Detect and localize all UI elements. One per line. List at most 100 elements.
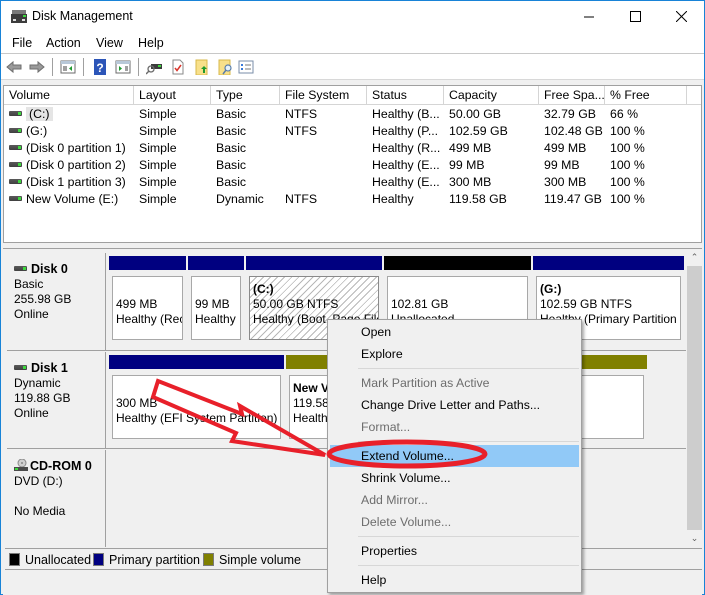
column-header-status[interactable]: Status — [367, 86, 444, 105]
volume-drive-icon — [9, 196, 22, 202]
context-menu-separator — [358, 441, 579, 442]
cell-capacity: 50.00 GB — [449, 107, 501, 121]
show-hide-action-pane-icon[interactable] — [115, 59, 131, 75]
partition-status: Healthy (Rec — [116, 312, 183, 326]
volume-list-row[interactable]: (Disk 1 partition 3) Simple Basic Healthy (… — [4, 174, 701, 191]
disk-icon — [14, 365, 27, 371]
partition-color-bar — [246, 256, 382, 270]
cell-layout: Simple — [139, 124, 177, 138]
cell-pct: 66 % — [610, 107, 639, 121]
properties-list-icon[interactable] — [238, 59, 254, 75]
cell-volume: (G:) — [9, 123, 133, 140]
cell-volume: (C:) — [9, 106, 133, 123]
cell-free: 99 MB — [544, 158, 580, 172]
volume-list-row[interactable]: (G:) Simple Basic NTFS Healthy (P... 102.59 G… — [4, 123, 701, 140]
toolbar-separator — [52, 58, 53, 76]
cell-fs: NTFS — [285, 124, 318, 138]
volume-list-row[interactable]: (C:) Simple Basic NTFS Healthy (B... 50.00 GB… — [4, 106, 701, 123]
forward-arrow-icon[interactable] — [29, 59, 45, 75]
scroll-down-arrow[interactable]: ⌄ — [686, 530, 703, 547]
context-menu-item-properties[interactable]: Properties — [330, 540, 579, 562]
column-header-percent-free[interactable]: % Free — [605, 86, 687, 105]
column-header-volume[interactable]: Volume — [4, 86, 134, 105]
column-header-free-space[interactable]: Free Spa... — [539, 86, 605, 105]
partition-disk0-efi[interactable]: 99 MB Healthy — [188, 256, 246, 344]
partition-disk0-recovery[interactable]: 499 MB Healthy (Rec — [109, 256, 188, 344]
cdrom-0-kind: DVD (D:) — [14, 474, 63, 488]
context-menu-item-explore[interactable]: Explore — [330, 343, 579, 365]
menu-action[interactable]: Action — [46, 36, 81, 50]
back-arrow-icon[interactable] — [6, 59, 22, 75]
cdrom-0-name: CD-ROM 0 — [30, 459, 92, 473]
help-icon[interactable]: ? — [92, 59, 108, 75]
cell-volume: (Disk 0 partition 2) — [9, 157, 133, 174]
menu-help[interactable]: Help — [138, 36, 164, 50]
context-menu-item-help[interactable]: Help — [330, 569, 579, 591]
menu-bar: File Action View Help — [1, 32, 704, 54]
maximize-button[interactable] — [612, 1, 658, 32]
context-menu-item-change-drive-letter-and-paths[interactable]: Change Drive Letter and Paths... — [330, 394, 579, 416]
cell-volume: (Disk 0 partition 1) — [9, 140, 133, 157]
legend-label: Unallocated — [25, 553, 92, 567]
toolbar-separator — [138, 58, 139, 76]
cell-pct: 100 % — [610, 141, 645, 155]
cell-capacity: 119.58 GB — [449, 192, 507, 206]
partition-size: 102.81 GB — [391, 297, 449, 311]
partition-disk1-efi[interactable]: 300 MB Healthy (EFI System Partition) — [109, 355, 286, 443]
show-hide-console-tree-icon[interactable] — [60, 59, 76, 75]
partition-size: 300 MB — [116, 396, 158, 410]
partition-color-bar — [533, 256, 684, 270]
column-header-capacity[interactable]: Capacity — [444, 86, 539, 105]
svg-text:?: ? — [96, 61, 103, 75]
disk-0-size: 255.98 GB — [14, 292, 72, 306]
check-document-icon[interactable] — [170, 59, 186, 75]
disk-1-label[interactable]: Disk 1 Dynamic 119.88 GB Online — [7, 352, 106, 448]
menu-file[interactable]: File — [12, 36, 32, 50]
cdrom-0-label[interactable]: CD-ROM 0 DVD (D:) No Media — [7, 450, 106, 547]
disk-0-label[interactable]: Disk 0 Basic 255.98 GB Online — [7, 253, 106, 350]
context-menu: Open Explore Mark Partition as Active Chang… — [327, 319, 582, 593]
partition-body: 499 MB Healthy (Rec — [112, 276, 183, 340]
context-menu-separator — [358, 536, 579, 537]
graph-vertical-scrollbar[interactable]: ⌃ ⌄ — [686, 249, 703, 547]
minimize-button[interactable] — [566, 1, 612, 32]
connect-drive-icon[interactable] — [146, 59, 162, 75]
cell-capacity: 300 MB — [449, 175, 492, 189]
volume-list-row[interactable]: New Volume (E:) Simple Dynamic NTFS Healthy 1… — [4, 191, 701, 208]
column-header-file-system[interactable]: File System — [280, 86, 367, 105]
cell-volume: New Volume (E:) — [9, 191, 133, 208]
close-button[interactable] — [658, 1, 704, 32]
folder-search-icon[interactable] — [217, 59, 233, 75]
legend-primary-partition: Primary partition — [93, 552, 200, 568]
legend-simple-volume: Simple volume — [203, 552, 301, 568]
disk-1-size: 119.88 GB — [14, 391, 71, 405]
column-header-layout[interactable]: Layout — [134, 86, 211, 105]
cell-type: Basic — [216, 158, 247, 172]
cdrom-0-state: No Media — [14, 504, 66, 518]
cell-layout: Simple — [139, 192, 177, 206]
disk-1-kind: Dynamic — [14, 376, 61, 390]
partition-body: 300 MB Healthy (EFI System Partition) — [112, 375, 281, 439]
context-menu-separator — [358, 565, 579, 566]
disk-1-state: Online — [14, 406, 49, 420]
context-menu-item-extend-volume[interactable]: Extend Volume... — [330, 445, 579, 467]
volume-drive-icon — [9, 162, 22, 168]
cell-layout: Simple — [139, 158, 177, 172]
volume-list-row[interactable]: (Disk 0 partition 1) Simple Basic Healthy (… — [4, 140, 701, 157]
volume-name: New Volume (E:) — [26, 192, 119, 206]
scroll-thumb[interactable] — [687, 266, 702, 530]
menu-view[interactable]: View — [96, 36, 123, 50]
volume-drive-icon — [9, 145, 22, 151]
partition-size: 50.00 GB NTFS — [253, 297, 339, 311]
cell-type: Basic — [216, 124, 247, 138]
context-menu-item-open[interactable]: Open — [330, 321, 579, 343]
title-bar: Disk Management — [1, 1, 704, 32]
cell-type: Dynamic — [216, 192, 264, 206]
scroll-up-arrow[interactable]: ⌃ — [686, 249, 703, 266]
column-header-type[interactable]: Type — [211, 86, 280, 105]
cdrom-icon — [14, 458, 28, 471]
volume-list-row[interactable]: (Disk 0 partition 2) Simple Basic Healthy (… — [4, 157, 701, 174]
context-menu-item-shrink-volume[interactable]: Shrink Volume... — [330, 467, 579, 489]
partition-color-bar — [109, 256, 186, 270]
folder-up-icon[interactable] — [194, 59, 210, 75]
